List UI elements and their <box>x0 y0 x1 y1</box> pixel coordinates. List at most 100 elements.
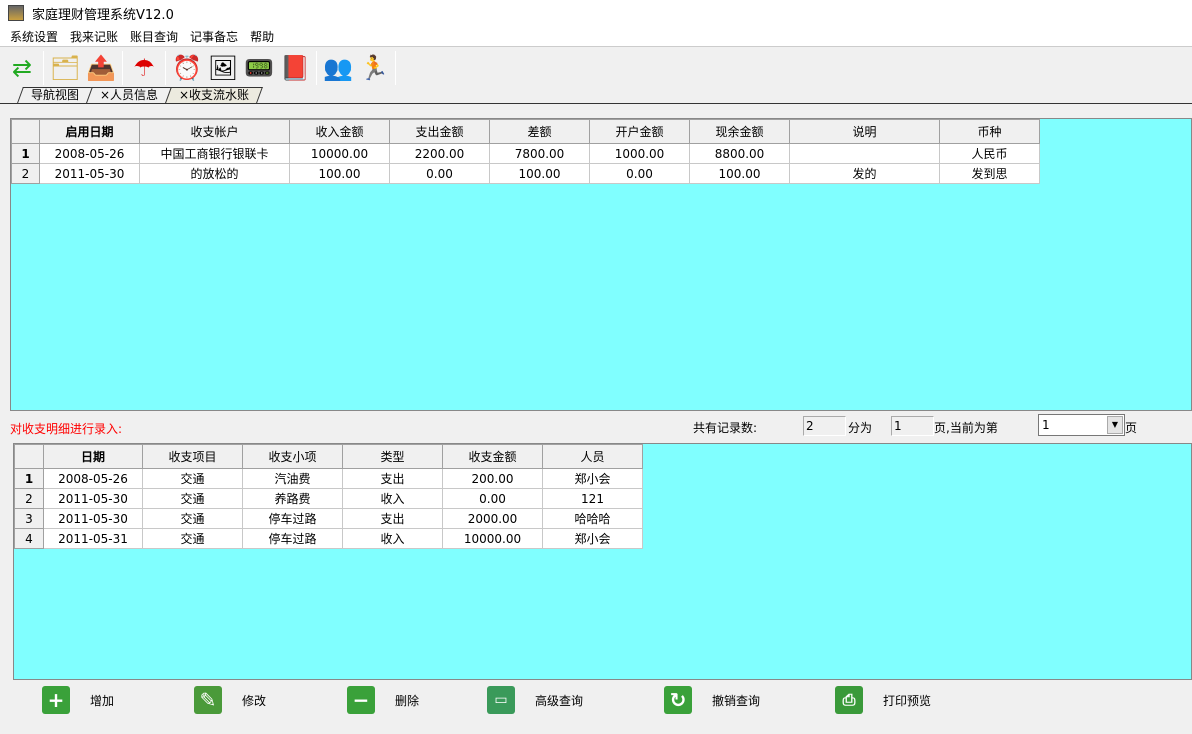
table-cell[interactable]: 中国工商银行银联卡 <box>139 143 290 164</box>
column-header[interactable]: 币种 <box>939 119 1040 144</box>
column-header[interactable]: 人员 <box>542 444 643 469</box>
help-book-icon[interactable]: 📕 <box>277 50 313 86</box>
add-button[interactable]: + 增加 <box>42 686 114 714</box>
column-header[interactable]: 收支金额 <box>442 444 543 469</box>
table-cell[interactable]: 郑小会 <box>542 468 643 489</box>
table-cell[interactable] <box>789 143 940 164</box>
row-number[interactable]: 4 <box>14 528 44 549</box>
column-header[interactable]: 类型 <box>342 444 443 469</box>
table-cell[interactable]: 2008-05-26 <box>43 468 143 489</box>
cancel-query-button[interactable]: ↻ 撤销查询 <box>664 686 760 714</box>
picture-icon[interactable]: 🖼 <box>205 50 241 86</box>
umbrella-icon[interactable]: ☂ <box>126 50 162 86</box>
details-grid[interactable]: 日期 收支项目 收支小项 类型 收支金额 人员 1 2008-05-26 交通 汽油费 支出 200.… <box>13 443 1192 680</box>
column-header[interactable]: 收支项目 <box>142 444 243 469</box>
table-cell[interactable]: 10000.00 <box>289 143 390 164</box>
table-cell[interactable]: 2008-05-26 <box>39 143 140 164</box>
minus-icon: − <box>347 686 375 714</box>
table-cell[interactable]: 2011-05-30 <box>43 488 143 509</box>
folder-icon[interactable]: 🗂 <box>47 50 83 86</box>
column-header[interactable]: 支出金额 <box>389 119 490 144</box>
table-cell[interactable]: 121 <box>542 488 643 509</box>
pda-icon[interactable]: 📟 <box>241 50 277 86</box>
table-cell[interactable]: 10000.00 <box>442 528 543 549</box>
chevron-down-icon[interactable]: ▼ <box>1107 416 1123 434</box>
table-cell[interactable]: 支出 <box>342 508 443 529</box>
table-cell[interactable]: 收入 <box>342 488 443 509</box>
menu-help[interactable]: 帮助 <box>244 28 280 45</box>
table-row[interactable]: 3 2011-05-30 交通 停车过路 支出 2000.00 哈哈哈 <box>14 508 643 529</box>
delete-button[interactable]: − 删除 <box>347 686 419 714</box>
table-cell[interactable]: 养路费 <box>242 488 343 509</box>
table-cell[interactable]: 0.00 <box>442 488 543 509</box>
transfer-icon[interactable]: 📤 <box>83 50 119 86</box>
column-header[interactable]: 差额 <box>489 119 590 144</box>
table-cell[interactable]: 交通 <box>142 508 243 529</box>
accounts-grid[interactable]: 启用日期 收支帐户 收入金额 支出金额 差额 开户金额 现余金额 说明 币种 1 2008-05-2… <box>10 118 1192 411</box>
column-header[interactable]: 收入金额 <box>289 119 390 144</box>
column-header[interactable]: 说明 <box>789 119 940 144</box>
table-cell[interactable]: 100.00 <box>689 163 790 184</box>
print-preview-button[interactable]: ⎙ 打印预览 <box>835 686 931 714</box>
table-cell[interactable]: 交通 <box>142 528 243 549</box>
connect-icon[interactable]: ⇄ <box>4 50 40 86</box>
table-cell[interactable]: 郑小会 <box>542 528 643 549</box>
row-number[interactable]: 3 <box>14 508 44 529</box>
table-cell[interactable]: 1000.00 <box>589 143 690 164</box>
current-page-select[interactable]: 1 ▼ <box>1038 414 1125 436</box>
table-cell[interactable]: 发到思 <box>939 163 1040 184</box>
tab-personnel[interactable]: ×人员信息 <box>86 87 172 103</box>
table-cell[interactable]: 2000.00 <box>442 508 543 529</box>
table-cell[interactable]: 停车过路 <box>242 528 343 549</box>
row-number[interactable]: 1 <box>11 143 40 164</box>
table-cell[interactable]: 0.00 <box>589 163 690 184</box>
edit-button[interactable]: ✎ 修改 <box>194 686 266 714</box>
alarm-clock-icon[interactable]: ⏰ <box>169 50 205 86</box>
table-cell[interactable]: 的放松的 <box>139 163 290 184</box>
table-cell[interactable]: 发的 <box>789 163 940 184</box>
table-row[interactable]: 4 2011-05-31 交通 停车过路 收入 10000.00 郑小会 <box>14 528 643 549</box>
table-cell[interactable]: 200.00 <box>442 468 543 489</box>
users-icon[interactable]: 👥 <box>320 50 356 86</box>
table-cell[interactable]: 7800.00 <box>489 143 590 164</box>
exit-runner-icon[interactable]: 🏃 <box>356 50 392 86</box>
column-header[interactable]: 启用日期 <box>39 119 140 144</box>
column-header[interactable]: 开户金额 <box>589 119 690 144</box>
table-cell[interactable]: 0.00 <box>389 163 490 184</box>
table-cell[interactable]: 2011-05-31 <box>43 528 143 549</box>
column-header[interactable]: 收支帐户 <box>139 119 290 144</box>
tab-strip: 导航视图 ×人员信息 ×收支流水账 <box>17 87 264 103</box>
table-row[interactable]: 1 2008-05-26 交通 汽油费 支出 200.00 郑小会 <box>14 468 643 489</box>
table-cell[interactable]: 8800.00 <box>689 143 790 164</box>
menu-bookkeeping[interactable]: 我来记账 <box>64 28 124 45</box>
table-cell[interactable]: 哈哈哈 <box>542 508 643 529</box>
table-cell[interactable]: 2011-05-30 <box>43 508 143 529</box>
row-number[interactable]: 1 <box>14 468 44 489</box>
table-row[interactable]: 2 2011-05-30 的放松的 100.00 0.00 100.00 0.00 100.0… <box>11 163 1040 184</box>
column-header[interactable]: 日期 <box>43 444 143 469</box>
tab-navigation[interactable]: 导航视图 <box>17 87 93 103</box>
tab-cash-flow[interactable]: ×收支流水账 <box>165 87 264 103</box>
menu-notes[interactable]: 记事备忘 <box>184 28 244 45</box>
column-header[interactable]: 收支小项 <box>242 444 343 469</box>
table-cell[interactable]: 汽油费 <box>242 468 343 489</box>
row-number[interactable]: 2 <box>14 488 44 509</box>
row-header-corner <box>14 444 44 469</box>
advanced-query-button[interactable]: ▭ 高级查询 <box>487 686 583 714</box>
column-header[interactable]: 现余金额 <box>689 119 790 144</box>
table-row[interactable]: 2 2011-05-30 交通 养路费 收入 0.00 121 <box>14 488 643 509</box>
row-number[interactable]: 2 <box>11 163 40 184</box>
table-cell[interactable]: 2200.00 <box>389 143 490 164</box>
table-cell[interactable]: 交通 <box>142 468 243 489</box>
table-cell[interactable]: 100.00 <box>489 163 590 184</box>
table-row[interactable]: 1 2008-05-26 中国工商银行银联卡 10000.00 2200.00 7800.… <box>11 143 1040 164</box>
table-cell[interactable]: 100.00 <box>289 163 390 184</box>
menu-system-settings[interactable]: 系统设置 <box>4 28 64 45</box>
menu-account-query[interactable]: 账目查询 <box>124 28 184 45</box>
table-cell[interactable]: 收入 <box>342 528 443 549</box>
table-cell[interactable]: 支出 <box>342 468 443 489</box>
table-cell[interactable]: 停车过路 <box>242 508 343 529</box>
table-cell[interactable]: 人民币 <box>939 143 1040 164</box>
table-cell[interactable]: 交通 <box>142 488 243 509</box>
table-cell[interactable]: 2011-05-30 <box>39 163 140 184</box>
